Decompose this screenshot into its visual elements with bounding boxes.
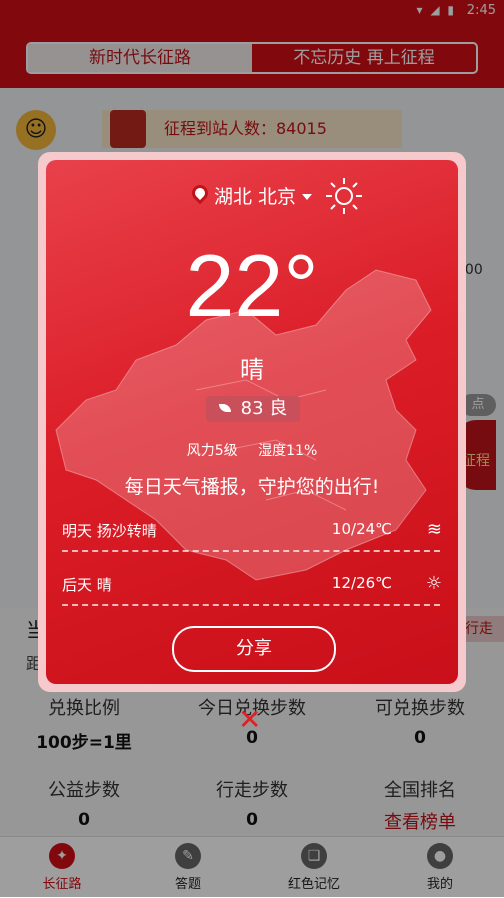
location-text: 湖北 北京 [213, 186, 297, 208]
divider [62, 550, 440, 552]
wind-humidity: 风力5级 湿度11% [46, 440, 458, 460]
chevron-down-icon [302, 194, 313, 200]
location-pin-icon [188, 181, 212, 205]
weather-dialog: 湖北 北京 22° 晴 83 良 风力5级 湿度11% 每日天气播报，守护您的出… [46, 160, 458, 684]
temperature: 22° [185, 236, 319, 335]
forecast-row-tomorrow: 明天 扬沙转晴 10/24℃ ≋ [62, 520, 442, 548]
wind-level: 风力5级 [186, 443, 238, 459]
leaf-icon [218, 404, 231, 412]
sun-icon [326, 178, 362, 214]
aqi-text: 83 良 [240, 398, 288, 419]
forecast-day: 明天 扬沙转晴 [62, 522, 157, 540]
forecast-row-day-after: 后天 晴 12/26℃ ☼ [62, 574, 442, 602]
weather-slogan: 每日天气播报，守护您的出行! [124, 476, 380, 498]
divider [62, 604, 440, 606]
forecast-range: 12/26℃ [331, 574, 392, 592]
sun-icon: ☼ [425, 573, 442, 594]
weather-condition: 晴 [240, 356, 264, 384]
share-button[interactable]: 分享 [172, 626, 336, 672]
sand-wind-icon: ≋ [426, 519, 442, 540]
humidity: 湿度11% [258, 443, 318, 459]
forecast-range: 10/24℃ [331, 520, 392, 538]
location-selector[interactable]: 湖北 北京 [46, 181, 458, 209]
air-quality-badge: 83 良 [206, 396, 300, 422]
forecast-day: 后天 晴 [62, 576, 112, 594]
close-icon[interactable]: ✕ [238, 706, 261, 734]
